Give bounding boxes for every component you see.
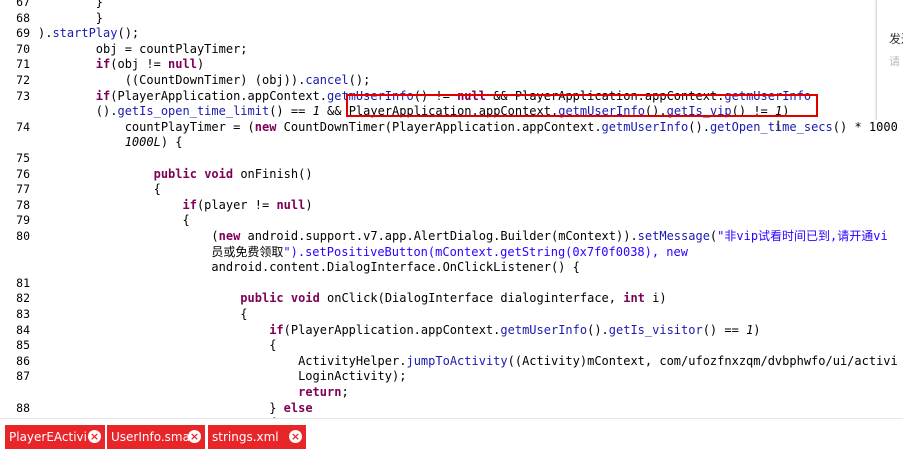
comment-side-panel[interactable]: 发过 请 [876, 0, 903, 120]
code-line[interactable]: 员或免费领取").setPositiveButton(mContext.getS… [38, 245, 688, 259]
code-editor[interactable]: 67 } 68 } 69 ).startPlay(); 70 obj = countPl… [0, 0, 903, 418]
code-line[interactable]: 1000L) { [38, 135, 183, 149]
line-number: 83 [16, 307, 30, 321]
tab-label: PlayerEActivi [9, 430, 87, 444]
line-number: 77 [16, 182, 30, 197]
line-number: 79 [16, 213, 30, 228]
close-icon[interactable]: × [289, 430, 302, 443]
code-line[interactable]: } [38, 0, 103, 9]
code-line[interactable]: obj = countPlayTimer; [38, 42, 248, 56]
highlight-box [346, 94, 818, 117]
line-number: 88 [16, 400, 30, 415]
line-number: 71 [16, 57, 30, 72]
line-number: 75 [16, 151, 30, 165]
side-panel-hint: 请 [889, 55, 900, 68]
line-number: 87 [16, 369, 30, 384]
line-number: 86 [16, 353, 30, 368]
line-number: 81 [16, 275, 30, 290]
code-line[interactable]: countPlayTimer = (new CountDownTimer(Pla… [38, 120, 898, 134]
code-line[interactable]: { [38, 307, 247, 321]
code-line[interactable]: if(player != null) [38, 198, 313, 212]
line-number: 76 [16, 166, 30, 181]
code-line[interactable]: { [38, 213, 189, 227]
code-line[interactable]: ).startPlay(); [38, 26, 139, 40]
file-tab-bar: PlayerEActivi × UserInfo.sma × strings.x… [0, 418, 903, 456]
close-icon[interactable]: × [88, 430, 101, 443]
code-line[interactable]: public void onClick(DialogInterface dial… [38, 291, 666, 305]
code-line[interactable]: } else [38, 401, 312, 415]
tab-label: strings.xml [212, 430, 279, 444]
line-number: 70 [16, 41, 30, 56]
line-number: 67 [16, 0, 30, 9]
code-line[interactable]: android.content.DialogInterface.OnClickL… [38, 260, 579, 274]
line-number: 82 [16, 291, 30, 306]
tab-playereactivity[interactable]: PlayerEActivi × [5, 425, 105, 449]
tab-userinfo[interactable]: UserInfo.sma × [107, 425, 205, 449]
code-line[interactable]: (new android.support.v7.app.AlertDialog.… [38, 229, 887, 243]
code-line[interactable]: } [38, 11, 103, 25]
line-number: 80 [16, 229, 30, 243]
code-line[interactable]: { [38, 182, 161, 196]
line-number: 78 [16, 197, 30, 212]
code-line[interactable]: ActivityHelper.jumpToActivity((Activity)… [38, 354, 898, 368]
tab-label: UserInfo.sma [111, 430, 190, 444]
line-number: 72 [16, 73, 30, 87]
code-line[interactable]: return; [38, 385, 349, 399]
code-line[interactable]: if(obj != null) [38, 57, 204, 71]
line-number: 84 [16, 322, 30, 337]
code-line[interactable]: if(PlayerApplication.appContext.getmUser… [38, 323, 760, 337]
text-cursor-icon: I [776, 119, 781, 135]
close-icon[interactable]: × [188, 430, 201, 443]
line-number: 69 [16, 26, 30, 41]
tab-strings-xml[interactable]: strings.xml × [208, 425, 306, 449]
code-line[interactable]: LoginActivity); [38, 369, 406, 383]
side-panel-title: 发过 [889, 32, 903, 46]
line-number: 74 [16, 119, 30, 134]
line-number: 73 [16, 88, 30, 103]
code-line[interactable]: { [38, 338, 276, 352]
line-number: 68 [16, 10, 30, 25]
code-line[interactable]: public void onFinish() [38, 167, 313, 181]
line-number: 85 [16, 338, 30, 353]
code-line[interactable]: ((CountDownTimer) (obj)).cancel(); [38, 73, 371, 87]
